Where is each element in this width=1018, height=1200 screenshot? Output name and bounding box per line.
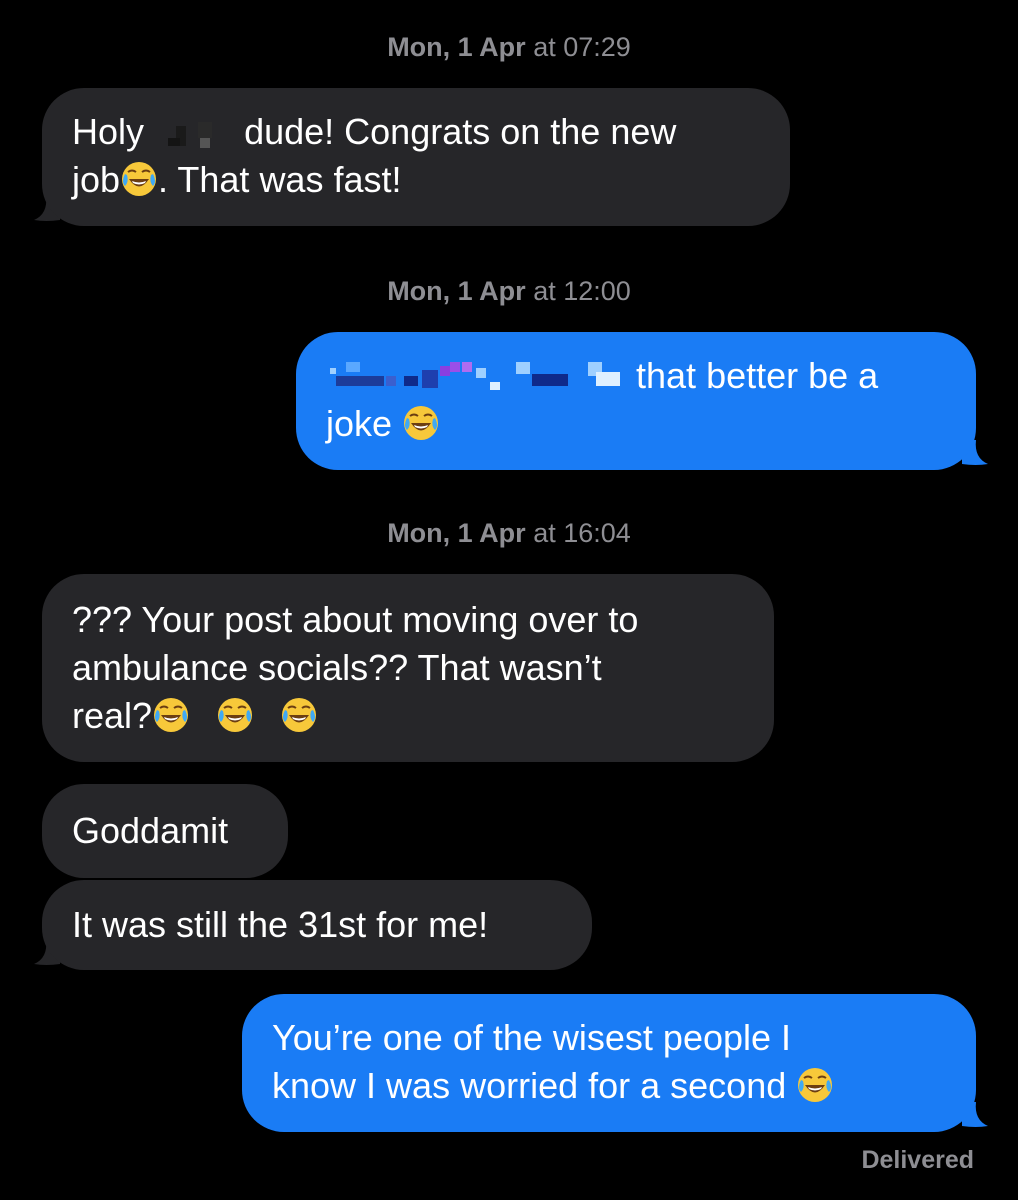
redacted-word <box>168 122 213 149</box>
timestamp: Mon, 1 Apr at 07:29 <box>387 32 631 62</box>
delivery-status: Delivered <box>861 1146 974 1174</box>
message-text: Holy <box>72 111 145 152</box>
message-text: dude! Congrats on the new <box>244 111 677 152</box>
face-with-tears-of-joy-icon <box>152 696 190 734</box>
face-with-tears-of-joy-icon <box>216 696 254 734</box>
face-with-tears-of-joy-icon <box>120 160 158 198</box>
message-bubble-received[interactable]: It was still the 31st for me! <box>42 880 592 970</box>
message-text: joke <box>326 403 403 444</box>
message-text: It was still the 31st for me! <box>72 904 489 945</box>
face-with-tears-of-joy-icon <box>280 696 318 734</box>
message-bubble-received[interactable]: ??? Your post about moving over to ambul… <box>42 574 774 762</box>
message-text: ambulance socials?? That wasn’t <box>72 647 602 688</box>
message-text: real? <box>72 695 153 736</box>
message-bubble-received[interactable]: Goddamit <box>42 784 288 878</box>
message-bubble-sent[interactable]: You’re one of the wisest people I know I… <box>242 994 976 1132</box>
timestamp: Mon, 1 Apr at 12:00 <box>387 276 631 306</box>
message-bubble-received[interactable]: Holy dude! Congrats on the new job . That… <box>42 88 790 226</box>
message-text: . That was fast! <box>158 159 402 200</box>
face-with-tears-of-joy-icon <box>402 404 440 442</box>
message-text: You’re one of the wisest people I <box>272 1017 792 1058</box>
message-text: that better be a <box>636 355 879 396</box>
face-with-tears-of-joy-icon <box>796 1066 834 1104</box>
redacted-text <box>330 362 620 391</box>
message-text: ??? Your post about moving over to <box>72 599 639 640</box>
timestamp: Mon, 1 Apr at 16:04 <box>387 518 631 548</box>
message-bubble-sent[interactable]: that better be a joke <box>296 332 976 470</box>
message-text: Goddamit <box>72 810 229 851</box>
message-text: job <box>72 159 121 200</box>
message-text: know I was worried for a second <box>272 1065 797 1106</box>
